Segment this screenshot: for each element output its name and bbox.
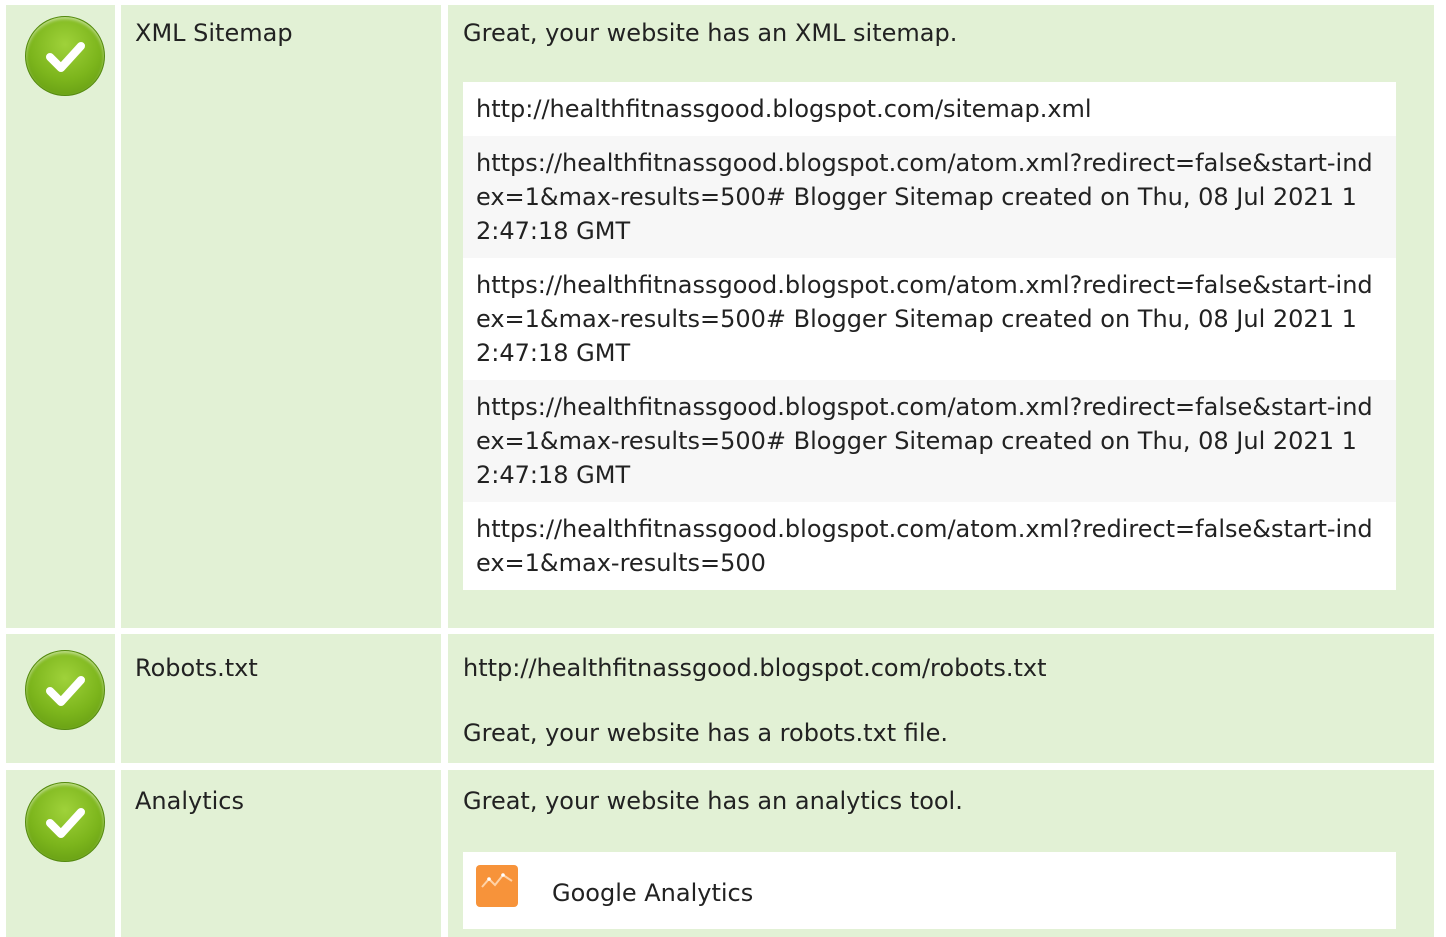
check-name-cell: Analytics	[121, 770, 441, 937]
google-analytics-icon	[476, 865, 518, 907]
check-result-cell: Great, your website has an XML sitemap. …	[448, 5, 1434, 628]
check-circle-icon	[25, 782, 105, 862]
robots-url[interactable]: http://healthfitnassgood.blogspot.com/ro…	[463, 652, 1047, 684]
check-name: Robots.txt	[135, 654, 258, 682]
check-name: XML Sitemap	[135, 19, 293, 47]
sitemap-url[interactable]: http://healthfitnassgood.blogspot.com/si…	[463, 82, 1396, 136]
analytics-tool-list: Google Analytics	[463, 852, 1396, 929]
status-cell	[6, 5, 115, 628]
sitemap-row: XML Sitemap Great, your website has an X…	[0, 5, 1446, 628]
sitemap-list: http://healthfitnassgood.blogspot.com/si…	[463, 82, 1396, 590]
status-cell	[6, 634, 115, 763]
sitemap-url[interactable]: https://healthfitnassgood.blogspot.com/a…	[463, 136, 1396, 258]
sitemap-url[interactable]: https://healthfitnassgood.blogspot.com/a…	[463, 502, 1396, 590]
check-name-cell: XML Sitemap	[121, 5, 441, 628]
analytics-row: Analytics Great, your website has an ana…	[0, 770, 1446, 937]
sitemap-url[interactable]: https://healthfitnassgood.blogspot.com/a…	[463, 258, 1396, 380]
result-message: Great, your website has a robots.txt fil…	[463, 719, 948, 747]
check-result-cell: http://healthfitnassgood.blogspot.com/ro…	[448, 634, 1434, 763]
result-message: Great, your website has an XML sitemap.	[463, 19, 958, 47]
analytics-tool-name: Google Analytics	[552, 879, 754, 907]
check-circle-icon	[25, 16, 105, 96]
sitemap-url[interactable]: https://healthfitnassgood.blogspot.com/a…	[463, 380, 1396, 502]
status-cell	[6, 770, 115, 937]
result-message: Great, your website has an analytics too…	[463, 787, 963, 815]
robots-row: Robots.txt http://healthfitnassgood.blog…	[0, 634, 1446, 763]
check-result-cell: Great, your website has an analytics too…	[448, 770, 1434, 937]
check-name-cell: Robots.txt	[121, 634, 441, 763]
check-circle-icon	[25, 650, 105, 730]
check-name: Analytics	[135, 787, 244, 815]
